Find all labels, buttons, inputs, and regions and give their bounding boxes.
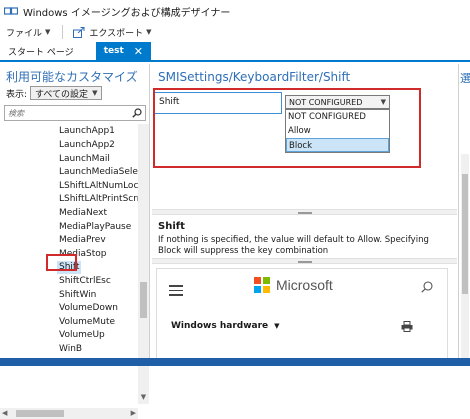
annotation-highlight-shift-item	[46, 254, 77, 271]
close-icon[interactable]: ✕	[134, 45, 143, 58]
file-menu-label: ファイル	[6, 28, 43, 39]
scroll-right-icon[interactable]: ▶	[131, 409, 136, 417]
export-menu[interactable]: エクスポート ▼	[73, 26, 152, 39]
view-label: 表示:	[6, 89, 28, 100]
description-text: If nothing is specified, the value will …	[158, 235, 429, 256]
right-pane-heading: 選	[460, 72, 470, 85]
view-select-value: すべての設定	[35, 89, 89, 100]
pane-splitter[interactable]	[152, 209, 457, 215]
tree-item[interactable]: LaunchApp2	[59, 139, 115, 152]
annotation-highlight-setting	[153, 88, 421, 168]
windows-hardware-menu[interactable]: Windows hardware ▼	[171, 321, 280, 331]
tab-bar: スタート ページ test ✕	[0, 42, 470, 62]
tree-horizontal-scrollbar[interactable]: ◀ ▶	[0, 408, 138, 419]
tab-test[interactable]: test ✕	[95, 42, 151, 60]
tree-item[interactable]: LaunchMediaSelect	[59, 166, 138, 179]
microsoft-logo[interactable]: Microsoft	[254, 277, 333, 293]
tree-item[interactable]: ShiftCtrlEsc	[59, 275, 111, 288]
status-bar	[0, 358, 470, 366]
chevron-down-icon: ▼	[45, 28, 51, 36]
search-box	[4, 105, 146, 121]
tab-label: test	[103, 46, 124, 56]
view-filter: 表示: すべての設定 ▼	[6, 86, 103, 100]
printer-icon[interactable]	[401, 321, 413, 332]
search-icon[interactable]	[132, 108, 142, 118]
tree-item[interactable]: MediaNext	[59, 207, 107, 220]
tree-item[interactable]: VolumeUp	[59, 329, 105, 342]
right-scrollbar[interactable]	[461, 154, 469, 364]
tab-label: スタート ページ	[8, 47, 74, 58]
scroll-down-icon[interactable]: ▼	[138, 393, 149, 404]
tree-item[interactable]: LaunchMail	[59, 153, 110, 166]
scrollbar-thumb[interactable]	[16, 410, 64, 417]
tree-item[interactable]: LShiftLAltPrintScrn	[59, 193, 138, 206]
brand-name: Microsoft	[276, 277, 333, 293]
window-title: Windows イメージングおよび構成デザイナー	[23, 7, 231, 19]
tree-item[interactable]: WinB	[59, 343, 82, 356]
chevron-down-icon: ▼	[146, 28, 152, 36]
export-icon	[73, 26, 85, 38]
search-input[interactable]	[8, 108, 118, 118]
splitter-grip[interactable]	[298, 212, 312, 214]
menu-bar: ファイル ▼ エクスポート ▼	[0, 22, 470, 42]
chevron-down-icon: ▼	[92, 89, 98, 97]
search-icon[interactable]	[421, 281, 433, 293]
menu-separator	[62, 25, 64, 39]
export-menu-label: エクスポート	[89, 28, 144, 39]
customizations-pane: 利用可能なカスタマイズ 表示: すべての設定 ▼ LaunchApp1 Laun…	[0, 64, 150, 419]
scrollbar-thumb[interactable]	[462, 174, 468, 294]
scroll-left-icon[interactable]: ◀	[2, 409, 7, 417]
microsoft-logo-icon	[254, 277, 270, 293]
right-pane-edge: 選	[458, 64, 470, 366]
setting-path: SMISettings/KeyboardFilter/Shift	[158, 70, 351, 84]
file-menu[interactable]: ファイル ▼	[6, 26, 50, 39]
tree-item[interactable]: VolumeDown	[59, 302, 118, 315]
app-icon	[4, 7, 18, 15]
help-browser: Microsoft Windows hardware ▼	[156, 268, 448, 366]
hamburger-menu-icon[interactable]	[169, 285, 183, 299]
pane-splitter[interactable]	[152, 258, 457, 264]
tree-item[interactable]: ShiftWin	[59, 289, 96, 302]
tree-item[interactable]: MediaPrev	[59, 234, 106, 247]
scrollbar-thumb[interactable]	[140, 282, 147, 318]
tree-item[interactable]: VolumeMute	[59, 316, 115, 329]
description-title: Shift	[158, 221, 185, 232]
tab-start-page[interactable]: スタート ページ	[0, 42, 82, 60]
caret-down-icon: ▼	[274, 322, 280, 330]
splitter-grip[interactable]	[298, 261, 312, 263]
nav-label: Windows hardware	[171, 321, 269, 331]
pane-heading: 利用可能なカスタマイズ	[6, 70, 138, 84]
tree-item[interactable]: LaunchApp1	[59, 125, 115, 138]
tree-item[interactable]: LShiftLAltNumLock	[59, 180, 138, 193]
tree-item[interactable]: MediaPlayPause	[59, 221, 131, 234]
title-bar: Windows イメージングおよび構成デザイナー	[0, 0, 470, 22]
view-select[interactable]: すべての設定 ▼	[30, 86, 103, 100]
